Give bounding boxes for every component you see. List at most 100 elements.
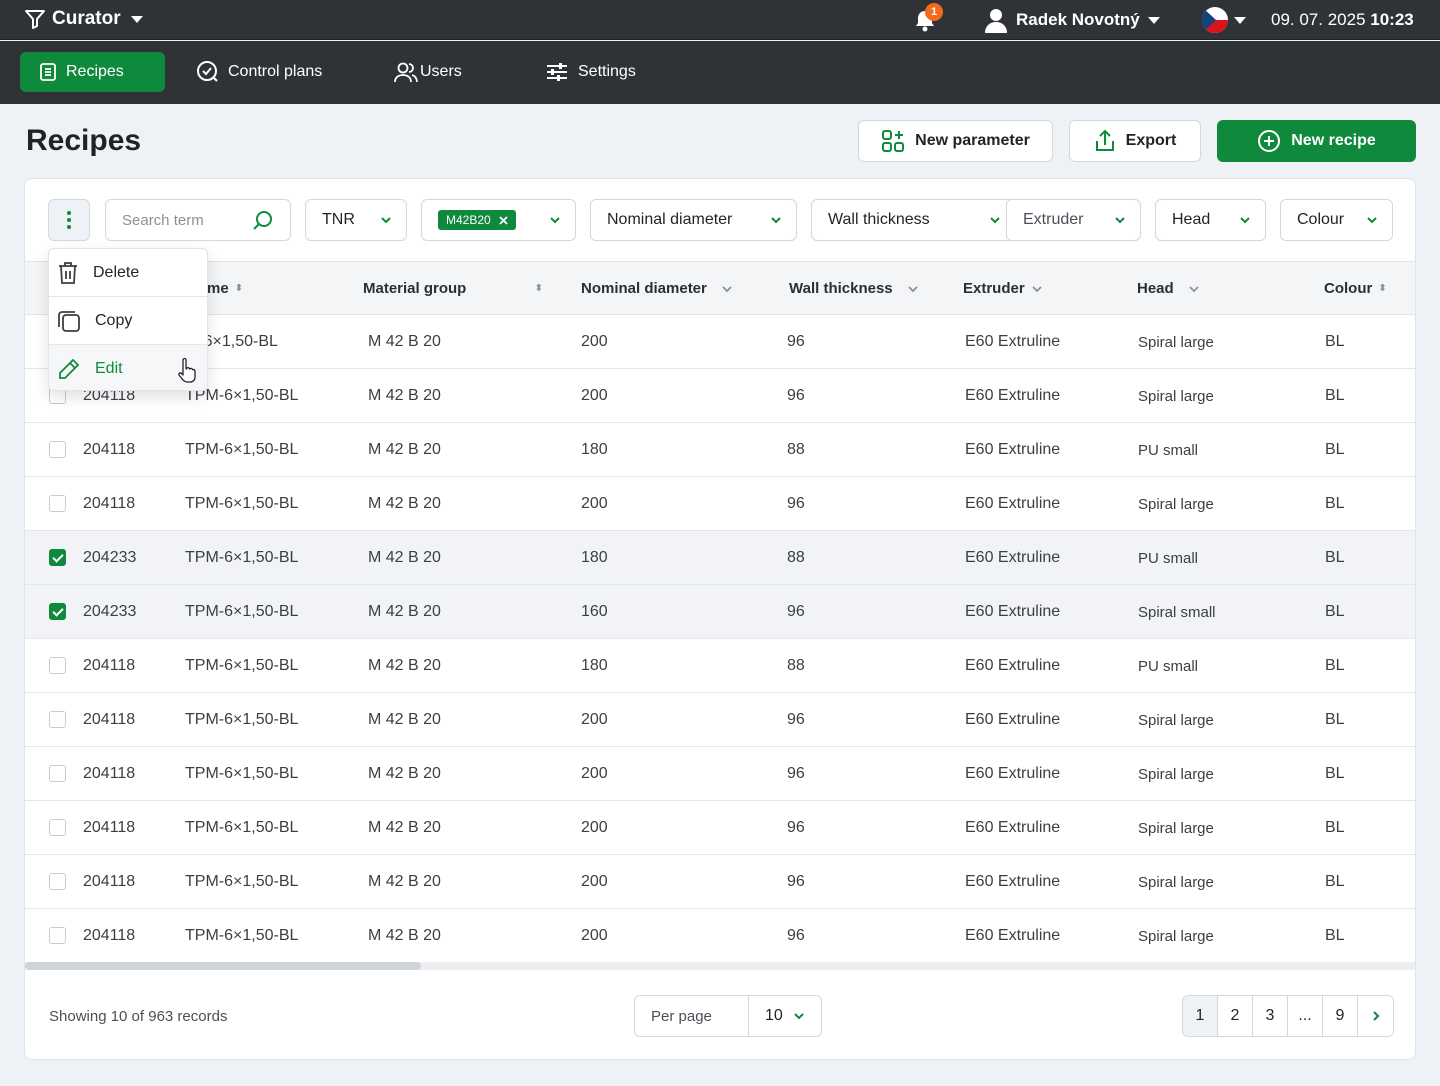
chevron-down-icon[interactable] <box>907 283 919 295</box>
cell-wall: 96 <box>787 495 805 512</box>
per-page-select[interactable]: Per page 10 <box>634 995 822 1037</box>
chevron-down-icon[interactable] <box>1188 283 1200 295</box>
scrollbar-thumb[interactable] <box>25 962 421 970</box>
table-row[interactable]: 204118 TPM-6×1,50-BL M 42 B 20 180 88 E6… <box>25 423 1415 477</box>
cell-extruder: E60 Extruline <box>965 549 1061 566</box>
cell-id: 204118 <box>83 765 136 782</box>
cell-material: M 42 B 20 <box>368 819 441 836</box>
new-recipe-button[interactable]: New recipe <box>1217 120 1416 162</box>
user-name: Radek Novotný <box>1016 10 1140 29</box>
new-parameter-button[interactable]: New parameter <box>858 120 1053 162</box>
table-row[interactable]: M-6×1,50-BL M 42 B 20 200 96 E60 Extruli… <box>25 315 1415 369</box>
pencil-icon <box>59 358 80 379</box>
cell-name: TPM-6×1,50-BL <box>185 873 299 890</box>
chevron-down-icon[interactable] <box>721 283 733 295</box>
search-field[interactable] <box>105 199 291 241</box>
cell-diameter: 180 <box>581 549 608 566</box>
nav-item-control-plans[interactable]: Control plans <box>178 52 340 92</box>
column-header-name[interactable]: me ⬍ <box>207 280 243 297</box>
sort-icon[interactable]: ⬍ <box>235 283 243 294</box>
menu-item-delete[interactable]: Delete <box>49 249 207 297</box>
page-button-9[interactable]: 9 <box>1323 996 1358 1036</box>
cell-diameter: 200 <box>581 873 608 890</box>
close-icon[interactable] <box>499 215 508 225</box>
row-checkbox[interactable] <box>49 549 66 566</box>
cell-extruder: E60 Extruline <box>965 711 1061 728</box>
menu-item-copy[interactable]: Copy <box>49 297 207 345</box>
language-selector[interactable] <box>1202 7 1246 33</box>
page-button-1[interactable]: 1 <box>1183 996 1218 1036</box>
row-checkbox[interactable] <box>49 711 66 728</box>
cell-material: M 42 B 20 <box>368 873 441 890</box>
copy-icon <box>58 310 80 332</box>
nav-item-settings[interactable]: Settings <box>528 52 654 92</box>
app-logo[interactable]: Curator <box>24 8 143 30</box>
cell-extruder: E60 Extruline <box>965 333 1061 350</box>
column-header-head[interactable]: Head <box>1137 280 1200 297</box>
sort-icon[interactable]: ⬍ <box>535 283 543 294</box>
row-checkbox[interactable] <box>49 927 66 944</box>
row-checkbox[interactable] <box>49 603 66 620</box>
row-checkbox[interactable] <box>49 495 66 512</box>
column-header-nominal-diameter[interactable]: Nominal diameter <box>581 280 733 297</box>
table-row[interactable]: 204118 TPM-6×1,50-BL M 42 B 20 200 96 E6… <box>25 747 1415 801</box>
table-row[interactable]: 204233 TPM-6×1,50-BL M 42 B 20 180 88 E6… <box>25 531 1415 585</box>
horizontal-scrollbar[interactable] <box>25 962 1415 970</box>
nav-item-label: Control plans <box>228 63 323 80</box>
column-header-material-group[interactable]: Material group ⬍ <box>363 280 543 297</box>
nominal-diameter-filter[interactable]: Nominal diameter <box>590 199 797 241</box>
page-button-3[interactable]: 3 <box>1253 996 1288 1036</box>
cell-material: M 42 B 20 <box>368 765 441 782</box>
cell-material: M 42 B 20 <box>368 927 441 944</box>
cell-head: PU small <box>1138 550 1199 567</box>
column-header-label: Nominal diameter <box>581 280 707 297</box>
table-row[interactable]: 204118 TPM-6×1,50-BL M 42 B 20 200 96 E6… <box>25 801 1415 855</box>
cell-material: M 42 B 20 <box>368 549 441 566</box>
page-button-2[interactable]: 2 <box>1218 996 1253 1036</box>
nav-item-recipes[interactable]: Recipes <box>20 52 165 92</box>
chevron-down-icon <box>381 217 391 224</box>
row-checkbox[interactable] <box>49 657 66 674</box>
material-filter[interactable]: M42B20 <box>421 199 576 241</box>
row-checkbox[interactable] <box>49 765 66 782</box>
search-icon[interactable] <box>252 210 274 232</box>
table-row[interactable]: 204118 TPM-6×1,50-BL M 42 B 20 200 96 E6… <box>25 477 1415 531</box>
colour-filter[interactable]: Colour <box>1280 199 1393 241</box>
export-button[interactable]: Export <box>1069 120 1201 162</box>
table-row[interactable]: 204118 TPM-6×1,50-BL M 42 B 20 200 96 E6… <box>25 693 1415 747</box>
table-row[interactable]: 204118 TPM-6×1,50-BL M 42 B 20 200 96 E6… <box>25 369 1415 423</box>
tnr-filter[interactable]: TNR <box>305 199 407 241</box>
table-row[interactable]: 204118 TPM-6×1,50-BL M 42 B 20 200 96 E6… <box>25 909 1415 963</box>
column-header-colour[interactable]: Colour ⬍ <box>1324 280 1387 297</box>
row-checkbox[interactable] <box>49 819 66 836</box>
cell-colour: BL <box>1325 387 1345 404</box>
per-page-value-wrap[interactable]: 10 <box>749 996 821 1036</box>
column-header-label: me <box>207 280 229 297</box>
next-page-button[interactable] <box>1358 996 1393 1036</box>
chevron-down-icon <box>1115 217 1125 224</box>
row-checkbox[interactable] <box>49 441 66 458</box>
sort-icon[interactable]: ⬍ <box>1378 283 1386 294</box>
menu-item-label: Copy <box>95 311 133 329</box>
cell-extruder: E60 Extruline <box>965 387 1061 404</box>
user-menu[interactable]: Radek Novotný <box>984 7 1160 33</box>
cell-material: M 42 B 20 <box>368 657 441 674</box>
wall-thickness-filter[interactable]: Wall thickness <box>811 199 1016 241</box>
row-checkbox[interactable] <box>49 873 66 890</box>
chevron-down-icon[interactable] <box>1031 283 1043 295</box>
cell-extruder: E60 Extruline <box>965 603 1061 620</box>
datetime: 09. 07. 2025 10:23 <box>1271 10 1414 30</box>
cell-diameter: 200 <box>581 333 608 350</box>
table-row[interactable]: 204233 TPM-6×1,50-BL M 42 B 20 160 96 E6… <box>25 585 1415 639</box>
nav-item-users[interactable]: Users <box>376 52 480 92</box>
search-input[interactable] <box>122 211 242 229</box>
cell-extruder: E60 Extruline <box>965 927 1061 944</box>
column-header-wall-thickness[interactable]: Wall thickness <box>789 280 919 297</box>
column-header-extruder[interactable]: Extruder <box>963 280 1043 297</box>
bulk-actions-button[interactable] <box>48 199 90 241</box>
head-filter[interactable]: Head <box>1155 199 1266 241</box>
extruder-filter[interactable]: Extruder <box>1006 199 1141 241</box>
table-row[interactable]: 204118 TPM-6×1,50-BL M 42 B 20 180 88 E6… <box>25 639 1415 693</box>
cell-diameter: 160 <box>581 603 608 620</box>
table-row[interactable]: 204118 TPM-6×1,50-BL M 42 B 20 200 96 E6… <box>25 855 1415 909</box>
